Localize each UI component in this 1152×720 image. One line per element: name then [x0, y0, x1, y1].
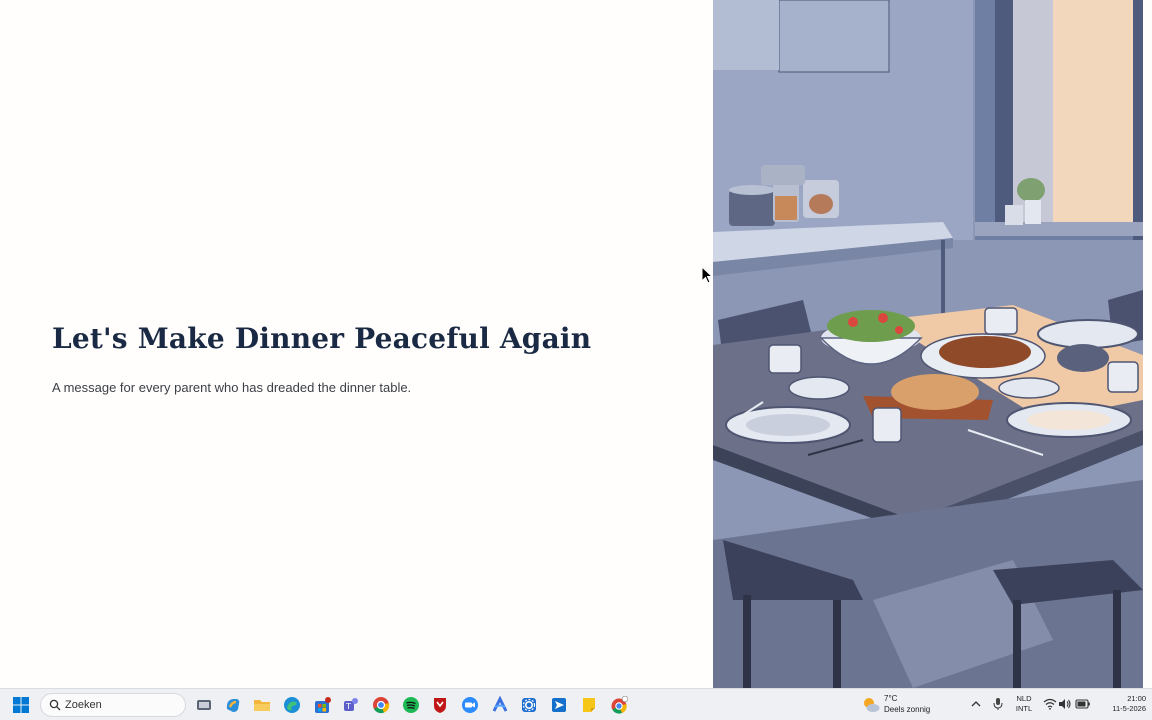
battery-icon[interactable]	[1075, 698, 1091, 710]
wifi-icon[interactable]	[1043, 698, 1057, 710]
windows-logo-icon	[13, 697, 29, 713]
clock-time: 21:00	[1127, 694, 1146, 703]
sticky-notes-icon[interactable]	[578, 694, 600, 716]
search-icon	[49, 699, 61, 711]
start-button[interactable]	[10, 694, 32, 716]
taskbar-search[interactable]: Zoeken	[40, 693, 186, 717]
slide-title: Let's Make Dinner Peaceful Again	[52, 322, 592, 355]
teams-icon[interactable]: T	[340, 694, 362, 716]
microsoft-store-icon[interactable]	[311, 694, 333, 716]
window-edge	[1143, 0, 1152, 688]
partly-sunny-icon	[864, 698, 880, 712]
chrome-icon[interactable]	[370, 694, 392, 716]
volume-icon[interactable]	[1058, 698, 1072, 710]
settings-icon[interactable]	[518, 694, 540, 716]
search-placeholder: Zoeken	[65, 699, 102, 711]
chevron-up-icon[interactable]	[970, 698, 982, 710]
language-code: NLD	[1016, 694, 1032, 703]
arc-icon[interactable]	[489, 694, 511, 716]
slide-text-panel: Let's Make Dinner Peaceful Again A messa…	[0, 0, 713, 688]
svg-text:T: T	[345, 702, 351, 711]
system-clock[interactable]: 21:00 11-5-2026	[1096, 694, 1146, 714]
weather-temperature: 7°C	[884, 694, 898, 703]
file-explorer-icon[interactable]	[251, 694, 273, 716]
zoom-icon[interactable]	[459, 694, 481, 716]
microphone-icon[interactable]	[992, 697, 1004, 711]
chrome-profile-icon[interactable]	[608, 694, 630, 716]
weather-widget[interactable]: 7°C Deels zonnig	[862, 693, 942, 717]
edge-icon[interactable]	[281, 694, 303, 716]
dinner-table-illustration	[713, 0, 1143, 688]
spotify-icon[interactable]	[400, 694, 422, 716]
task-view-icon[interactable]	[193, 694, 215, 716]
mcafee-icon[interactable]	[429, 694, 451, 716]
input-language[interactable]: NLD INTL	[1012, 694, 1036, 714]
weather-description: Deels zonnig	[884, 705, 931, 714]
keyboard-layout: INTL	[1015, 704, 1033, 713]
taskbar: Zoeken T 7°C Deels zonnig NLD INTL 21:00…	[0, 688, 1152, 720]
slide-subtitle: A message for every parent who has dread…	[52, 380, 412, 395]
mouse-cursor-icon	[701, 266, 713, 284]
send-app-icon[interactable]	[548, 694, 570, 716]
copilot-icon[interactable]	[222, 694, 244, 716]
clock-date: 11-5-2026	[1112, 704, 1146, 713]
